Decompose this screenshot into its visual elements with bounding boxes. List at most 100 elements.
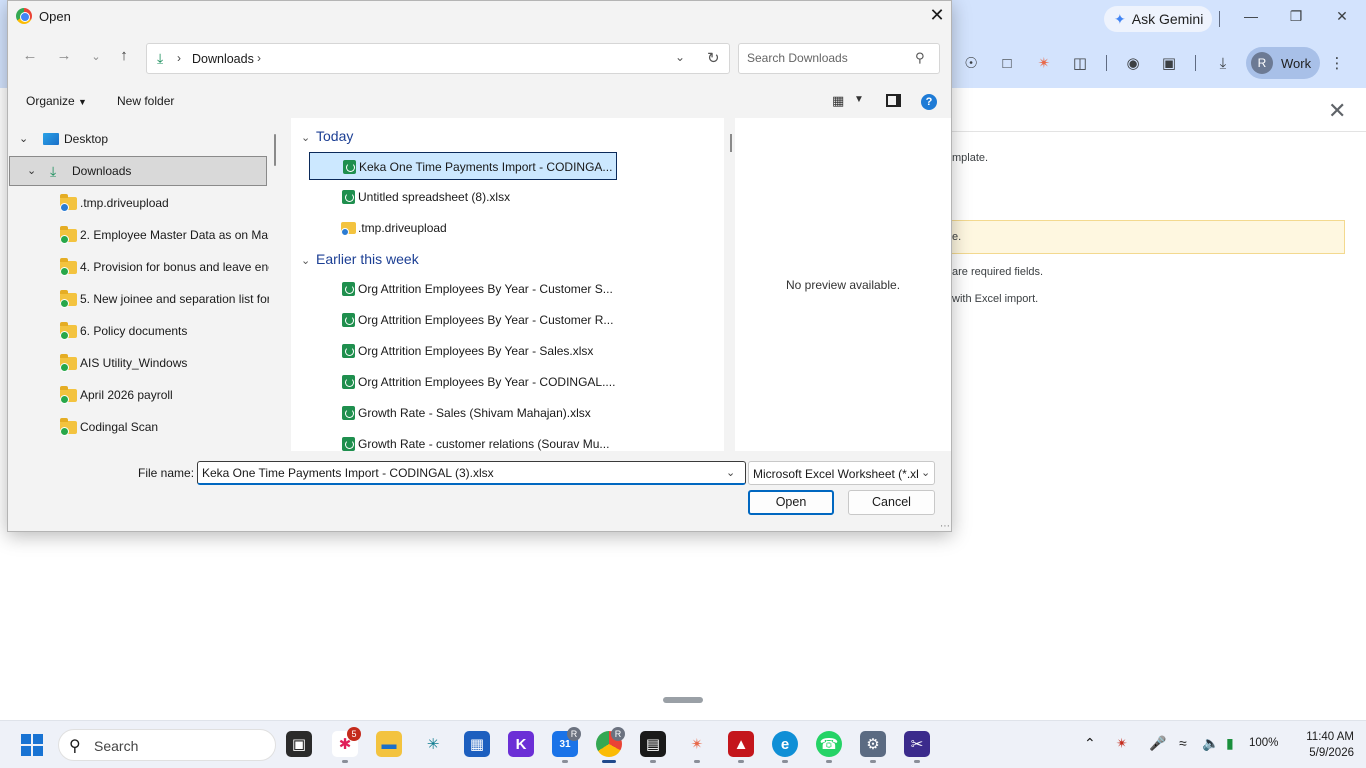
scroll-handle[interactable]: [663, 697, 703, 703]
toolbar-separator: [1106, 55, 1107, 71]
tree-item-folder[interactable]: 4. Provision for bonus and leave enc: [9, 252, 269, 282]
taskbar-search[interactable]: ⚲ Search: [58, 729, 276, 761]
chevron-down-icon[interactable]: ⌄: [726, 466, 735, 479]
file-item[interactable]: Org Attrition Employees By Year - Custom…: [309, 275, 617, 303]
excel-file-icon: [342, 190, 355, 204]
whatsapp-icon[interactable]: ☎: [816, 731, 842, 757]
system-clock[interactable]: 11:40 AM 5/9/2026: [1290, 729, 1354, 761]
help-icon[interactable]: ?: [921, 94, 937, 110]
screenshot-icon[interactable]: □: [996, 52, 1018, 74]
c-app-icon[interactable]: ✳: [420, 731, 446, 757]
chevron-down-icon[interactable]: ⌄: [301, 131, 310, 144]
chevron-down-icon[interactable]: ⌄: [27, 164, 36, 177]
file-type-select[interactable]: Microsoft Excel Worksheet (*.xlsx) ⌄: [748, 461, 935, 485]
file-item[interactable]: Org Attrition Employees By Year - CODING…: [309, 368, 617, 396]
search-icon: ⚲: [915, 50, 925, 65]
tree-item-folder[interactable]: 2. Employee Master Data as on Marc: [9, 220, 269, 250]
tray-app-icon[interactable]: ✴: [1116, 735, 1128, 752]
profile-label: Work: [1281, 55, 1312, 71]
search-tabs-icon[interactable]: ▣: [1158, 52, 1180, 74]
address-bar[interactable]: ⤓ › Downloads › ⌄ ↻: [146, 43, 730, 74]
file-item[interactable]: Growth Rate - Sales (Shivam Mahajan).xls…: [309, 399, 617, 427]
claude-extension-icon[interactable]: ✴: [1033, 52, 1055, 74]
side-panel-close-icon[interactable]: ✕: [1328, 98, 1346, 124]
edge-icon[interactable]: e: [772, 731, 798, 757]
snipping-tool-icon[interactable]: ✂: [904, 731, 930, 757]
claude-icon[interactable]: ✴: [684, 731, 710, 757]
file-name: Org Attrition Employees By Year - Custom…: [358, 282, 613, 296]
file-item[interactable]: .tmp.driveupload: [309, 214, 617, 242]
file-name-combobox[interactable]: ⌄: [197, 461, 746, 485]
settings-icon[interactable]: ⚙: [860, 731, 886, 757]
download-icon[interactable]: ⤓: [1212, 52, 1234, 74]
chevron-down-icon[interactable]: ⌄: [921, 466, 930, 479]
search-field[interactable]: ⚲: [738, 43, 940, 74]
more-menu-icon[interactable]: ⋮: [1326, 52, 1348, 74]
dialog-close-icon[interactable]: ✕: [925, 5, 949, 27]
file-list-scrollbar[interactable]: [730, 134, 732, 152]
keka-icon[interactable]: K: [508, 731, 534, 757]
file-explorer-icon[interactable]: ▬: [376, 731, 402, 757]
excel-file-icon: [342, 344, 355, 358]
start-button[interactable]: [21, 734, 43, 756]
task-view-icon[interactable]: ▣: [286, 731, 312, 757]
trello-icon[interactable]: ▦: [464, 731, 490, 757]
acrobat-icon[interactable]: ▲: [728, 731, 754, 757]
tree-item-folder[interactable]: April 2026 payroll: [9, 380, 267, 410]
search-input[interactable]: [747, 51, 907, 65]
toolbar-separator: [1219, 11, 1220, 27]
forward-arrow-icon[interactable]: →: [54, 47, 74, 64]
extensions-icon[interactable]: ◫: [1069, 52, 1091, 74]
recent-locations-chevron-icon[interactable]: ⌄: [86, 50, 106, 63]
file-item[interactable]: Org Attrition Employees By Year - Sales.…: [309, 337, 617, 365]
new-folder-button[interactable]: New folder: [117, 94, 174, 108]
profile-button[interactable]: R Work: [1246, 47, 1320, 79]
file-item[interactable]: Untitled spreadsheet (8).xlsx: [309, 183, 617, 211]
resize-grip-icon[interactable]: ⋯: [940, 521, 950, 532]
tree-item-desktop[interactable]: ⌄ Desktop: [9, 124, 267, 154]
file-item[interactable]: Org Attrition Employees By Year - Custom…: [309, 306, 617, 334]
file-name-input[interactable]: [202, 466, 712, 480]
chevron-down-icon[interactable]: ⌄: [19, 132, 28, 145]
open-button[interactable]: Open: [748, 490, 834, 515]
file-item[interactable]: Keka One Time Payments Import - CODINGA.…: [309, 152, 617, 180]
tree-item-folder[interactable]: 5. New joinee and separation list for: [9, 284, 269, 314]
view-grid-icon[interactable]: ▦: [832, 93, 844, 109]
ask-gemini-button[interactable]: ✦ Ask Gemini: [1104, 6, 1212, 32]
back-arrow-icon[interactable]: ←: [20, 47, 40, 64]
breadcrumb-chevron-icon[interactable]: ›: [257, 51, 261, 65]
wifi-icon[interactable]: ≈: [1179, 735, 1187, 751]
sync-status-icon: [60, 267, 69, 276]
refresh-icon[interactable]: ↻: [707, 49, 720, 67]
view-dropdown-icon[interactable]: ▼: [854, 94, 864, 105]
windows-logo-icon: [33, 734, 43, 744]
navigation-scrollbar[interactable]: [274, 134, 276, 166]
restore-icon[interactable]: ❐: [1286, 8, 1306, 25]
cancel-button[interactable]: Cancel: [848, 490, 935, 515]
minimize-icon[interactable]: —: [1241, 8, 1261, 24]
battery-icon[interactable]: ▮: [1226, 735, 1234, 752]
chevron-down-icon[interactable]: ⌄: [301, 254, 310, 267]
stocks-icon[interactable]: ▤: [640, 731, 666, 757]
close-window-icon[interactable]: ✕: [1332, 8, 1352, 25]
tree-item-folder[interactable]: AIS Utility_Windows: [9, 348, 267, 378]
preview-pane-icon[interactable]: [886, 94, 901, 107]
address-dropdown-icon[interactable]: ⌄: [675, 50, 685, 64]
tree-item-folder[interactable]: .tmp.driveupload: [9, 188, 267, 218]
tree-item-folder[interactable]: Codingal Scan: [9, 412, 267, 442]
folder-icon: [60, 258, 77, 276]
navigation-pane: ⌄ Desktop ⌄ ⤓ Downloads .tmp.driveupload…: [9, 118, 269, 451]
tree-item-downloads[interactable]: ⌄ ⤓ Downloads: [9, 156, 267, 186]
show-hidden-icons-chevron-icon[interactable]: ⌃: [1084, 735, 1096, 752]
lens-icon[interactable]: ◉: [1122, 52, 1144, 74]
volume-icon[interactable]: 🔈: [1202, 735, 1219, 752]
breadcrumb-downloads[interactable]: Downloads: [192, 52, 254, 66]
up-arrow-icon[interactable]: ↑: [114, 47, 134, 64]
tree-item-folder[interactable]: 6. Policy documents: [9, 316, 267, 346]
organize-label: Organize: [26, 94, 75, 108]
organize-button[interactable]: Organize ▼: [26, 94, 87, 108]
breadcrumb-chevron-icon[interactable]: ›: [177, 51, 181, 65]
file-item[interactable]: Growth Rate - customer relations (Sourav…: [309, 430, 617, 451]
camera-icon[interactable]: ☉: [960, 52, 982, 74]
microphone-icon[interactable]: 🎤: [1149, 735, 1166, 752]
